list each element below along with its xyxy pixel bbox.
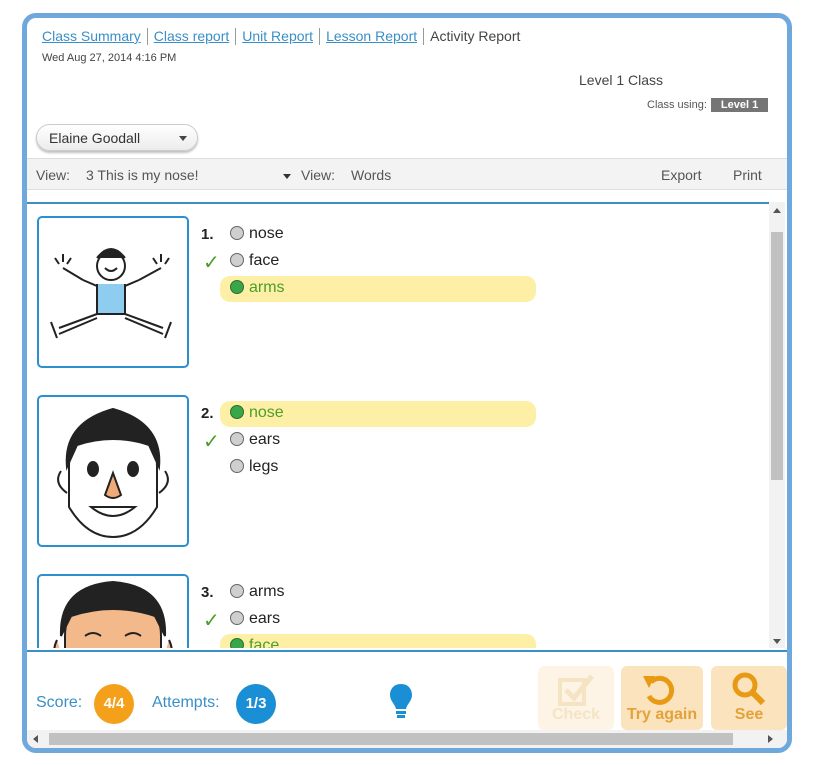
radio-icon <box>230 226 244 240</box>
breadcrumb-lesson-report[interactable]: Lesson Report <box>326 28 417 44</box>
activity-report-panel: Class Summary Class report Unit Report L… <box>22 13 792 753</box>
chevron-down-icon <box>179 136 187 141</box>
student-name: Elaine Goodall <box>49 130 141 146</box>
radio-icon <box>230 280 244 294</box>
score-badge: 4/4 <box>94 684 134 724</box>
radio-icon <box>230 584 244 598</box>
report-date: Wed Aug 27, 2014 4:16 PM <box>42 52 177 64</box>
question-item: 2. nose ✓ ears legs <box>37 383 637 547</box>
see-label: See <box>734 706 764 723</box>
attempts-badge: 1/3 <box>236 684 276 724</box>
level-class-label: Level 1 Class <box>579 72 664 88</box>
breadcrumb-class-summary[interactable]: Class Summary <box>42 28 141 44</box>
check-icon: ✓ <box>203 252 220 274</box>
breadcrumb-class-report[interactable]: Class report <box>154 28 229 44</box>
scroll-thumb-horizontal[interactable] <box>49 733 733 745</box>
activity-footer: Score: 4/4 Attempts: 1/3 Check Try again <box>27 650 787 730</box>
view-toolbar: View: 3 This is my nose! View: Words Exp… <box>27 158 787 190</box>
student-dropdown[interactable]: Elaine Goodall <box>36 124 198 151</box>
answer-option[interactable]: arms <box>220 580 536 606</box>
question-item: 1. nose ✓ face arms <box>37 204 637 368</box>
radio-icon <box>230 638 244 648</box>
breadcrumb: Class Summary Class report Unit Report L… <box>42 28 526 45</box>
lightbulb-icon[interactable] <box>389 682 413 722</box>
radio-icon <box>230 611 244 625</box>
question-number: 3. <box>201 584 214 601</box>
lesson-select[interactable]: 3 This is my nose! <box>86 167 199 183</box>
horizontal-scrollbar[interactable] <box>27 730 787 748</box>
view-label: View: <box>36 167 70 183</box>
scroll-up-icon[interactable] <box>773 208 781 213</box>
question-number: 2. <box>201 405 214 422</box>
breadcrumb-activity-report: Activity Report <box>430 28 521 44</box>
radio-icon <box>230 405 244 419</box>
answer-option[interactable]: legs <box>220 455 536 481</box>
chevron-down-icon[interactable] <box>283 174 291 179</box>
scroll-right-icon[interactable] <box>768 735 773 743</box>
view-label-2: View: <box>301 167 335 183</box>
check-icon: ✓ <box>203 431 220 453</box>
check-icon: ✓ <box>203 610 220 632</box>
level-badge: Level 1 <box>710 98 769 112</box>
answer-option[interactable]: ears <box>220 428 536 454</box>
question-number: 1. <box>201 226 214 243</box>
see-button[interactable]: See <box>711 666 787 730</box>
question-image-face <box>37 574 189 648</box>
scroll-down-icon[interactable] <box>773 639 781 644</box>
answer-option[interactable]: ears <box>220 607 536 633</box>
breadcrumb-unit-report[interactable]: Unit Report <box>242 28 313 44</box>
class-using-label: Class using: <box>647 99 707 111</box>
question-image-arms <box>37 216 189 368</box>
radio-icon <box>230 253 244 267</box>
answer-option[interactable]: face <box>220 249 536 275</box>
search-icon <box>732 672 766 706</box>
answer-option-selected[interactable]: face <box>220 634 536 648</box>
question-list[interactable]: 1. nose ✓ face arms 2. nose ✓ ears legs … <box>27 202 769 648</box>
vertical-scrollbar[interactable] <box>769 202 785 648</box>
check-icon <box>558 674 594 706</box>
answer-option-selected[interactable]: nose <box>220 401 536 427</box>
scroll-left-icon[interactable] <box>33 735 38 743</box>
check-button[interactable]: Check <box>538 666 614 730</box>
answer-option[interactable]: nose <box>220 222 536 248</box>
class-using: Class using: Level 1 <box>647 98 769 112</box>
try-again-label: Try again <box>626 706 698 723</box>
radio-icon <box>230 432 244 446</box>
print-button[interactable]: Print <box>733 167 762 183</box>
answer-option-selected[interactable]: arms <box>220 276 536 302</box>
undo-icon <box>643 675 675 705</box>
scroll-thumb[interactable] <box>771 232 783 480</box>
attempts-label: Attempts: <box>152 694 220 711</box>
question-item: 3. arms ✓ ears face <box>37 562 637 648</box>
score-label: Score: <box>36 694 83 711</box>
question-image-nose <box>37 395 189 547</box>
view-mode-select[interactable]: Words <box>351 167 391 183</box>
export-button[interactable]: Export <box>661 167 701 183</box>
radio-icon <box>230 459 244 473</box>
try-again-button[interactable]: Try again <box>621 666 703 730</box>
check-label: Check <box>551 706 601 723</box>
